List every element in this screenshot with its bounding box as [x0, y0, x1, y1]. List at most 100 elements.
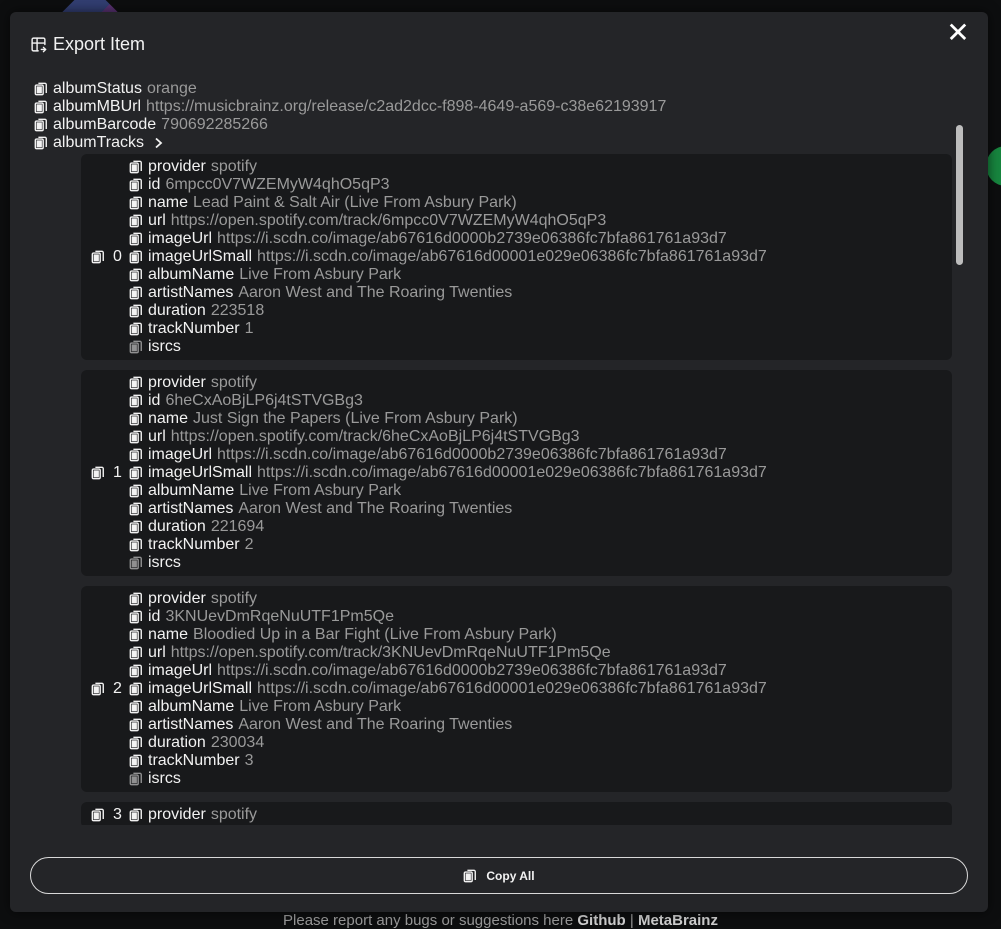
field-key: trackNumber: [148, 752, 240, 769]
track-index[interactable]: 3: [91, 806, 122, 824]
track-index-label: 3: [113, 806, 122, 823]
field-row: url https://open.spotify.com/track/3KNUev…: [129, 644, 952, 662]
copy-icon[interactable]: [129, 484, 148, 498]
field-key: imageUrl: [148, 230, 213, 247]
page-footer: Please report any bugs or suggestions he…: [0, 912, 1001, 929]
field-value: 3: [244, 752, 254, 769]
field-row: imageUrl https://i.scdn.co/image/ab67616d…: [129, 662, 952, 680]
field-value: Aaron West and The Roaring Twenties: [238, 716, 513, 733]
copy-icon[interactable]: [129, 448, 148, 462]
field-key: id: [148, 608, 161, 625]
copy-all-button[interactable]: Copy All: [30, 857, 968, 894]
copy-icon[interactable]: [129, 592, 148, 606]
field-row: provider spotify: [129, 806, 952, 824]
field-value: Live From Asbury Park: [239, 266, 402, 283]
field-value: https://open.spotify.com/track/6mpcc0V7W…: [170, 212, 607, 229]
copy-icon[interactable]: [34, 118, 53, 132]
copy-icon[interactable]: [129, 502, 148, 516]
copy-icon[interactable]: [129, 610, 148, 624]
field-value: https://i.scdn.co/image/ab67616d00001e02…: [257, 680, 767, 697]
copy-icon[interactable]: [129, 538, 148, 552]
copy-icon[interactable]: [91, 808, 113, 822]
copy-icon[interactable]: [129, 394, 148, 408]
export-content[interactable]: albumStatus orange albumMBUrl https://mu…: [30, 80, 968, 825]
copy-icon[interactable]: [129, 196, 148, 210]
field-key: albumName: [148, 698, 235, 715]
field-key: albumTracks: [53, 134, 144, 151]
copy-icon[interactable]: [129, 646, 148, 660]
field-row: id 3KNUevDmRqeNuUTF1Pm5Qe: [129, 608, 952, 626]
github-link[interactable]: Github: [577, 912, 625, 929]
copy-icon[interactable]: [129, 628, 148, 642]
track-card: 1 provider spotify id 6heCxAoBjLP6j4tSTVGBg3…: [81, 370, 952, 576]
field-row: provider spotify: [129, 590, 952, 608]
copy-icon[interactable]: [129, 682, 148, 696]
copy-icon[interactable]: [91, 250, 113, 264]
copy-icon[interactable]: [34, 136, 53, 150]
field-row: duration 221694: [129, 518, 952, 536]
copy-icon[interactable]: [91, 466, 113, 480]
track-index[interactable]: 1: [91, 464, 122, 482]
scrollbar-thumb[interactable]: [956, 125, 963, 265]
copy-icon[interactable]: [129, 736, 148, 750]
copy-icon[interactable]: [129, 664, 148, 678]
field-row: isrcs: [129, 554, 952, 572]
copy-icon[interactable]: [129, 214, 148, 228]
field-key: artistNames: [148, 500, 234, 517]
field-key: imageUrl: [148, 446, 213, 463]
field-value: https://i.scdn.co/image/ab67616d00001e02…: [257, 248, 767, 265]
field-row: albumMBUrl https://musicbrainz.org/relea…: [34, 98, 968, 116]
copy-icon[interactable]: [129, 466, 148, 480]
track-card: 2 provider spotify id 3KNUevDmRqeNuUTF1Pm5Qe…: [81, 586, 952, 792]
copy-icon[interactable]: [34, 82, 53, 96]
field-row: url https://open.spotify.com/track/6heCxA…: [129, 428, 952, 446]
copy-icon[interactable]: [129, 232, 148, 246]
copy-icon[interactable]: [129, 808, 148, 822]
copy-icon[interactable]: [129, 250, 148, 264]
copy-icon: [463, 869, 482, 883]
track-index[interactable]: 2: [91, 680, 122, 698]
table-export-icon: [31, 36, 47, 52]
field-row: albumName Live From Asbury Park: [129, 266, 952, 284]
field-key: isrcs: [148, 338, 181, 355]
footer-separator: |: [629, 912, 634, 929]
copy-icon[interactable]: [129, 160, 148, 174]
field-row: url https://open.spotify.com/track/6mpcc0…: [129, 212, 952, 230]
copy-icon[interactable]: [129, 754, 148, 768]
copy-icon[interactable]: [129, 430, 148, 444]
field-value: https://i.scdn.co/image/ab67616d0000b273…: [217, 446, 727, 463]
field-row: isrcs: [129, 770, 952, 788]
copy-icon[interactable]: [129, 268, 148, 282]
album-tracks-toggle[interactable]: albumTracks: [34, 134, 968, 152]
copy-icon[interactable]: [129, 412, 148, 426]
copy-icon[interactable]: [129, 556, 148, 570]
field-key: imageUrl: [148, 662, 213, 679]
field-value: 6mpcc0V7WZEMyW4qhO5qP3: [165, 176, 390, 193]
field-value: spotify: [210, 590, 258, 607]
copy-all-label: Copy All: [486, 868, 535, 883]
field-key: imageUrlSmall: [148, 680, 253, 697]
copy-icon[interactable]: [129, 286, 148, 300]
field-value: 223518: [210, 302, 265, 319]
copy-icon[interactable]: [129, 304, 148, 318]
field-row: albumBarcode 790692285266: [34, 116, 968, 134]
field-key: trackNumber: [148, 320, 240, 337]
copy-icon[interactable]: [129, 178, 148, 192]
copy-icon[interactable]: [129, 772, 148, 786]
copy-icon[interactable]: [91, 682, 113, 696]
track-index[interactable]: 0: [91, 248, 122, 266]
copy-icon[interactable]: [129, 718, 148, 732]
field-row: albumName Live From Asbury Park: [129, 482, 952, 500]
field-row: provider spotify: [129, 374, 952, 392]
copy-icon[interactable]: [129, 322, 148, 336]
field-row: name Lead Paint & Salt Air (Live From Asb…: [129, 194, 952, 212]
copy-icon[interactable]: [129, 376, 148, 390]
copy-icon[interactable]: [129, 520, 148, 534]
copy-icon[interactable]: [129, 700, 148, 714]
field-value: 1: [244, 320, 254, 337]
close-button[interactable]: ✕: [946, 19, 970, 47]
field-row: trackNumber 2: [129, 536, 952, 554]
metabrainz-link[interactable]: MetaBrainz: [638, 912, 718, 929]
copy-icon[interactable]: [34, 100, 53, 114]
copy-icon[interactable]: [129, 340, 148, 354]
